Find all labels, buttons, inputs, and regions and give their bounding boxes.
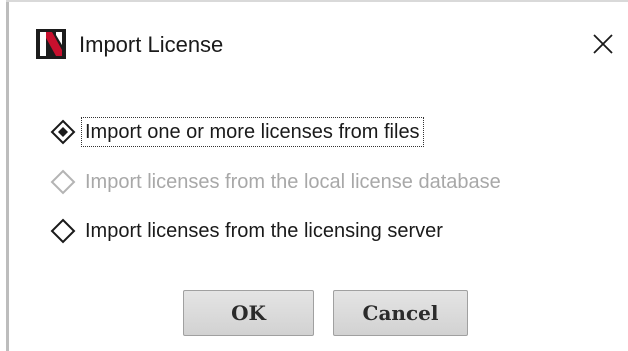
radio-option-import-from-files[interactable]: Import one or more licenses from files bbox=[50, 116, 424, 148]
ok-button[interactable]: OK bbox=[183, 290, 314, 336]
import-license-dialog: Import License Import one or more licens… bbox=[0, 0, 628, 351]
dialog-title: Import License bbox=[79, 32, 224, 57]
radio-label-import-from-files: Import one or more licenses from files bbox=[81, 117, 424, 147]
title-bar[interactable]: Import License bbox=[9, 2, 628, 86]
diamond-radio-selected-icon[interactable] bbox=[50, 119, 76, 145]
radio-label-import-from-local-database: Import licenses from the local license d… bbox=[85, 171, 501, 193]
cancel-button[interactable]: Cancel bbox=[333, 290, 468, 336]
close-icon bbox=[593, 34, 613, 54]
radio-label-import-from-licensing-server: Import licenses from the licensing serve… bbox=[85, 220, 443, 242]
radio-option-import-from-local-database: Import licenses from the local license d… bbox=[50, 166, 503, 198]
diamond-radio-unselected-icon bbox=[50, 169, 76, 195]
radio-option-import-from-licensing-server[interactable]: Import licenses from the licensing serve… bbox=[50, 215, 445, 247]
app-logo-icon bbox=[36, 29, 66, 59]
close-button[interactable] bbox=[587, 28, 619, 60]
diamond-radio-unselected-icon[interactable] bbox=[50, 218, 76, 244]
